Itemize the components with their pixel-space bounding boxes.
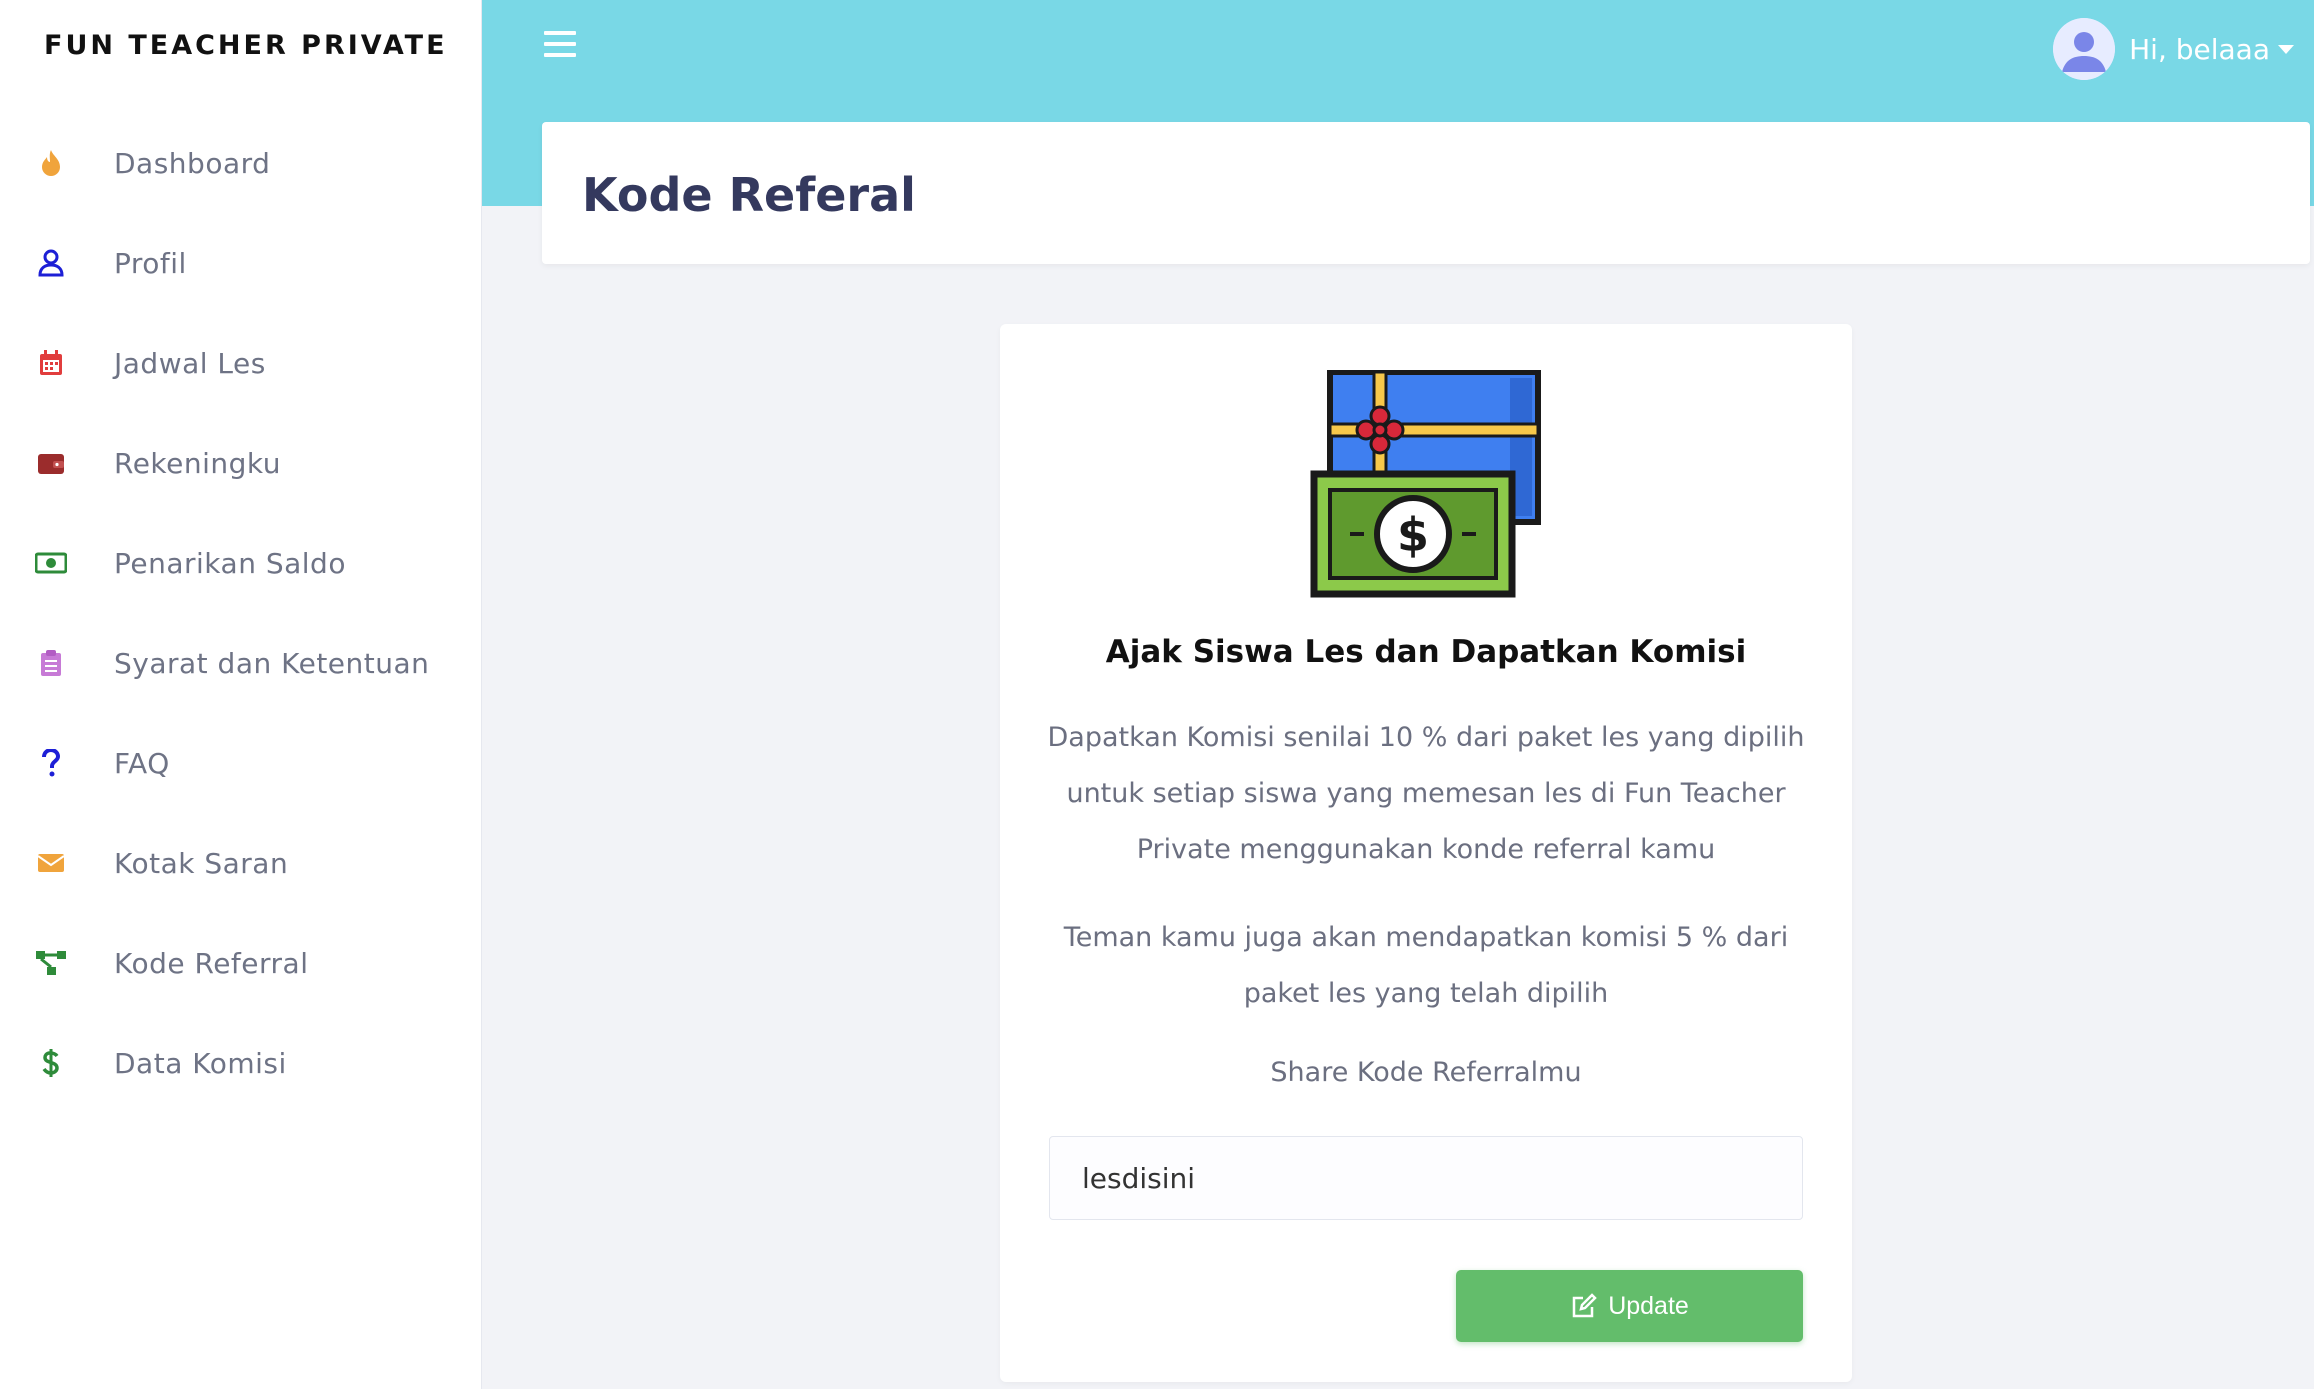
page-header: Kode Referal (542, 122, 2310, 264)
sidebar-item-dashboard[interactable]: Dashboard (0, 113, 482, 213)
gift-money-icon: $ (1310, 369, 1542, 604)
edit-icon (1570, 1292, 1598, 1320)
sidebar-item-label: Data Komisi (114, 1046, 287, 1080)
user-menu-dropdown[interactable]: Hi, belaaa (2053, 18, 2294, 80)
sidebar-item-label: Dashboard (114, 146, 271, 180)
referral-code-input[interactable] (1049, 1136, 1803, 1220)
sidebar: FUN TEACHER PRIVATE Dashboard Profil Jad… (0, 0, 482, 1389)
chevron-down-icon (2278, 44, 2294, 54)
sitemap-icon (34, 946, 68, 980)
question-icon (34, 746, 68, 780)
share-label: Share Kode Referralmu (1270, 1057, 1582, 1088)
sidebar-item-penarikan-saldo[interactable]: Penarikan Saldo (0, 513, 482, 613)
calendar-icon (34, 346, 68, 380)
sidebar-item-jadwal-les[interactable]: Jadwal Les (0, 313, 482, 413)
sidebar-item-label: FAQ (114, 746, 170, 780)
card-title: Ajak Siswa Les dan Dapatkan Komisi (1105, 634, 1747, 670)
svg-text:$: $ (1397, 508, 1429, 562)
user-greeting: Hi, belaaa (2129, 32, 2270, 66)
sidebar-item-data-komisi[interactable]: Data Komisi (0, 1013, 482, 1113)
sidebar-item-label: Profil (114, 246, 187, 280)
friend-commission-description: Teman kamu juga akan mendapatkan komisi … (1063, 922, 1789, 1009)
sidebar-item-label: Rekeningku (114, 446, 282, 480)
sidebar-item-rekeningku[interactable]: Rekeningku (0, 413, 482, 513)
envelope-icon (34, 846, 68, 880)
commission-description: Dapatkan Komisi senilai 10 % dari paket … (1047, 722, 1805, 865)
sidebar-nav: Dashboard Profil Jadwal Les Rekeningku P… (0, 113, 482, 1113)
sidebar-item-kode-referral[interactable]: Kode Referral (0, 913, 482, 1013)
fire-icon (34, 146, 68, 180)
sidebar-item-kotak-saran[interactable]: Kotak Saran (0, 813, 482, 913)
sidebar-item-syarat-dan-ketentuan[interactable]: Syarat dan Ketentuan (0, 613, 482, 713)
user-icon (34, 246, 68, 280)
dollar-icon (34, 1046, 68, 1080)
money-bill-icon (34, 546, 68, 580)
avatar (2053, 18, 2116, 80)
hamburger-icon[interactable] (542, 26, 578, 62)
sidebar-item-label: Syarat dan Ketentuan (114, 646, 430, 680)
sidebar-item-faq[interactable]: FAQ (0, 713, 482, 813)
sidebar-item-label: Kode Referral (114, 946, 309, 980)
sidebar-item-label: Jadwal Les (114, 346, 266, 380)
update-button[interactable]: Update (1456, 1270, 1803, 1342)
sidebar-item-label: Kotak Saran (114, 846, 289, 880)
sidebar-item-profil[interactable]: Profil (0, 213, 482, 313)
page-title: Kode Referal (582, 168, 916, 222)
update-button-label: Update (1608, 1291, 1689, 1320)
sidebar-item-label: Penarikan Saldo (114, 546, 346, 580)
clipboard-list-icon (34, 646, 68, 680)
referral-card: $ Ajak Siswa Les dan Dapatkan Komisi Dap… (1000, 324, 1852, 1382)
wallet-icon (34, 446, 68, 480)
brand-name[interactable]: FUN TEACHER PRIVATE (44, 30, 448, 61)
